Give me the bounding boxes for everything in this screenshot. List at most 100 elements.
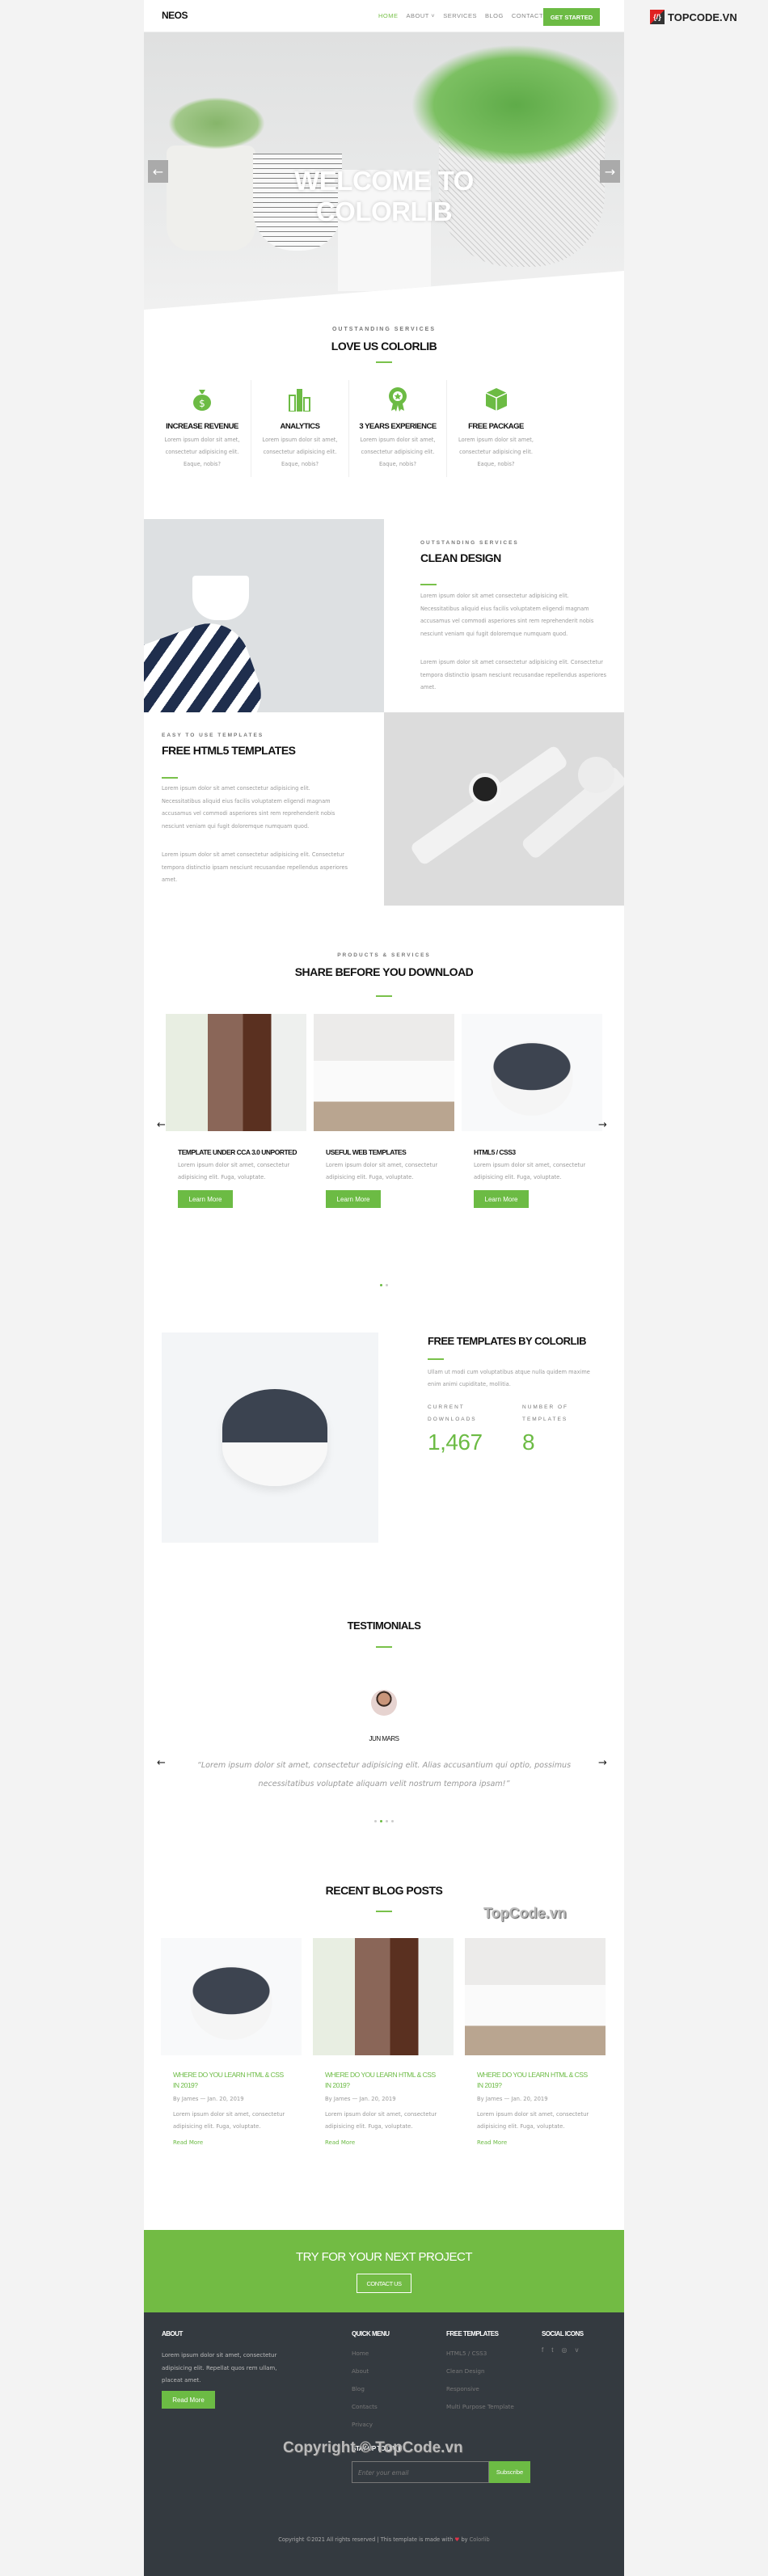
blog-image[interactable] bbox=[313, 1938, 454, 2055]
carousel-dot[interactable] bbox=[380, 1820, 382, 1822]
read-more-link[interactable]: Read More bbox=[477, 2139, 593, 2146]
footer-quick-menu: Home About Blog Contacts Privacy bbox=[352, 2345, 378, 2434]
title-underline bbox=[376, 361, 392, 363]
learn-more-button[interactable]: Learn More bbox=[474, 1190, 529, 1208]
blog-card: WHERE DO YOU LEARN HTML & CSS IN 2019? By… bbox=[465, 1938, 606, 2146]
product-image bbox=[314, 1014, 454, 1131]
nav-services[interactable]: SERVICES bbox=[443, 12, 477, 19]
nav-home[interactable]: HOME bbox=[378, 12, 399, 19]
nav-blog[interactable]: BLOG bbox=[485, 12, 504, 19]
money-bag-icon: $ bbox=[158, 386, 246, 412]
bar-chart-icon bbox=[256, 386, 344, 412]
smartwatch-image bbox=[384, 712, 624, 906]
carousel-dot[interactable] bbox=[380, 1284, 382, 1286]
read-more-link[interactable]: Read More bbox=[325, 2139, 441, 2146]
footer: ABOUT Lorem ipsum dolor sit amet, consec… bbox=[144, 2312, 624, 2576]
testimonial-next-arrow[interactable]: → bbox=[598, 1757, 607, 1769]
blog-image[interactable] bbox=[161, 1938, 302, 2055]
title-underline bbox=[428, 1358, 444, 1360]
carousel-dot[interactable] bbox=[386, 1820, 388, 1822]
facebook-icon[interactable]: f bbox=[542, 2346, 543, 2354]
stats-text: Ullam ut modi cum voluptatibus atque nul… bbox=[428, 1369, 590, 1387]
testimonial-prev-arrow[interactable]: ← bbox=[157, 1757, 166, 1769]
hero-next-button[interactable]: → bbox=[600, 160, 620, 183]
vimeo-icon[interactable]: v bbox=[575, 2346, 578, 2354]
feature2-paragraph: Lorem ipsum dolor sit amet consectetur a… bbox=[162, 851, 348, 883]
arrow-left-icon: ← bbox=[157, 1119, 166, 1131]
blog-text: Lorem ipsum dolor sit amet, consectetur … bbox=[173, 2111, 285, 2130]
products-subtitle: PRODUCTS & SERVICES bbox=[337, 952, 431, 958]
footer-about-text: Lorem ipsum dolor sit amet, consectetur … bbox=[162, 2352, 277, 2384]
learn-more-button[interactable]: Learn More bbox=[178, 1190, 233, 1208]
instagram-icon[interactable]: ◎ bbox=[561, 2346, 567, 2354]
testimonial-quote: “Lorem ipsum dolor sit amet, consectetur… bbox=[196, 1761, 572, 1788]
product-title: HTML5 / CSS3 bbox=[474, 1148, 516, 1156]
nav-contact[interactable]: CONTACT bbox=[512, 12, 543, 19]
learn-more-button[interactable]: Learn More bbox=[326, 1190, 381, 1208]
product-title: TEMPLATE UNDER CCA 3.0 UNPORTED bbox=[178, 1148, 297, 1156]
topcode-logo: {/} TOPCODE.VN bbox=[650, 10, 737, 24]
blog-post-title[interactable]: WHERE DO YOU LEARN HTML & CSS IN 2019? bbox=[477, 2070, 593, 2091]
carousel-dot[interactable] bbox=[386, 1284, 388, 1286]
succulent-left bbox=[168, 97, 265, 150]
nav-about[interactable]: ABOUT ˅ bbox=[407, 12, 436, 19]
arrow-left-icon: ← bbox=[157, 1757, 166, 1769]
hero-prev-button[interactable]: ← bbox=[148, 160, 168, 183]
colorlib-link[interactable]: Colorlib bbox=[470, 2536, 490, 2543]
footer-link[interactable]: Contacts bbox=[352, 2398, 378, 2416]
blog-card: WHERE DO YOU LEARN HTML & CSS IN 2019? By… bbox=[161, 1938, 302, 2146]
blog-posts: WHERE DO YOU LEARN HTML & CSS IN 2019? By… bbox=[161, 1938, 614, 2148]
footer-link[interactable]: Blog bbox=[352, 2380, 378, 2398]
subscribe-button[interactable]: Subscribe bbox=[489, 2461, 530, 2483]
footer-link[interactable]: About bbox=[352, 2363, 378, 2380]
footer-link[interactable]: Responsive bbox=[446, 2380, 514, 2398]
carousel-next-arrow[interactable]: → bbox=[598, 1119, 607, 1131]
title-underline bbox=[376, 995, 392, 997]
product-text: Lorem ipsum dolor sit amet, consectetur … bbox=[178, 1162, 290, 1180]
footer-link[interactable]: Clean Design bbox=[446, 2363, 514, 2380]
read-more-link[interactable]: Read More bbox=[173, 2139, 289, 2146]
logo[interactable]: NEOS bbox=[162, 10, 188, 21]
service-title: 3 YEARS EXPERIENCE bbox=[359, 422, 437, 431]
get-started-button[interactable]: GET STARTED bbox=[543, 8, 600, 26]
blog-image[interactable] bbox=[465, 1938, 606, 2055]
email-input[interactable]: Enter your email bbox=[352, 2461, 489, 2483]
stat-value-downloads: 1,467 bbox=[428, 1429, 483, 1455]
carousel-dot[interactable] bbox=[374, 1820, 377, 1822]
service-item: FREE PACKAGE Lorem ipsum dolor sit amet, … bbox=[447, 380, 545, 477]
testimonial-dots bbox=[144, 1817, 624, 1822]
cta-section: TRY FOR YOUR NEXT PROJECT CONTACT US bbox=[144, 2230, 624, 2312]
blog-meta: By James — Jan. 20, 2019 bbox=[477, 2096, 548, 2102]
footer-read-more-button[interactable]: Read More bbox=[162, 2391, 215, 2409]
footer-link[interactable]: HTML5 / CSS3 bbox=[446, 2345, 514, 2363]
feature1-paragraph: Lorem ipsum dolor sit amet consectetur a… bbox=[420, 593, 594, 637]
footer-link[interactable]: Privacy bbox=[352, 2416, 378, 2434]
page: NEOS HOME ABOUT ˅ SERVICES BLOG CONTACT … bbox=[144, 0, 624, 2576]
service-text: Lorem ipsum dolor sit amet, consectetur … bbox=[164, 437, 240, 467]
services-subtitle: OUTSTANDING SERVICES bbox=[331, 327, 437, 332]
testimonials-title: TESTIMONIALS bbox=[347, 1620, 421, 1632]
blog-post-title[interactable]: WHERE DO YOU LEARN HTML & CSS IN 2019? bbox=[173, 2070, 289, 2091]
twitter-icon[interactable]: t bbox=[551, 2346, 553, 2354]
footer-link[interactable]: Home bbox=[352, 2345, 378, 2363]
arrow-left-icon: ← bbox=[152, 163, 164, 179]
nav-menu: HOME ABOUT ˅ SERVICES BLOG CONTACT bbox=[378, 12, 551, 19]
footer-quick-title: QUICK MENU bbox=[352, 2330, 390, 2337]
blog-meta: By James — Jan. 20, 2019 bbox=[173, 2096, 244, 2102]
contact-us-button[interactable]: CONTACT US bbox=[357, 2274, 411, 2293]
blog-title: RECENT BLOG POSTS bbox=[325, 1884, 443, 1897]
footer-link[interactable]: Multi Purpose Template bbox=[446, 2398, 514, 2416]
social-icons: f t ◎ v bbox=[542, 2346, 578, 2354]
echo-dot-image bbox=[162, 1332, 378, 1543]
product-title: USEFUL WEB TEMPLATES bbox=[326, 1148, 407, 1156]
title-underline bbox=[376, 1911, 392, 1912]
carousel-dot[interactable] bbox=[391, 1820, 394, 1822]
arrow-right-icon: → bbox=[604, 163, 616, 179]
product-card: USEFUL WEB TEMPLATES Lorem ipsum dolor si… bbox=[314, 1014, 454, 1208]
stat-label-templates: NUMBER OF TEMPLATES bbox=[522, 1404, 568, 1422]
blog-post-title[interactable]: WHERE DO YOU LEARN HTML & CSS IN 2019? bbox=[325, 2070, 441, 2091]
watermark-text: Copyright © TopCode.vn bbox=[283, 2439, 463, 2456]
carousel-prev-arrow[interactable]: ← bbox=[157, 1119, 166, 1131]
product-image bbox=[166, 1014, 306, 1131]
product-card: HTML5 / CSS3 Lorem ipsum dolor sit amet, … bbox=[462, 1014, 602, 1208]
